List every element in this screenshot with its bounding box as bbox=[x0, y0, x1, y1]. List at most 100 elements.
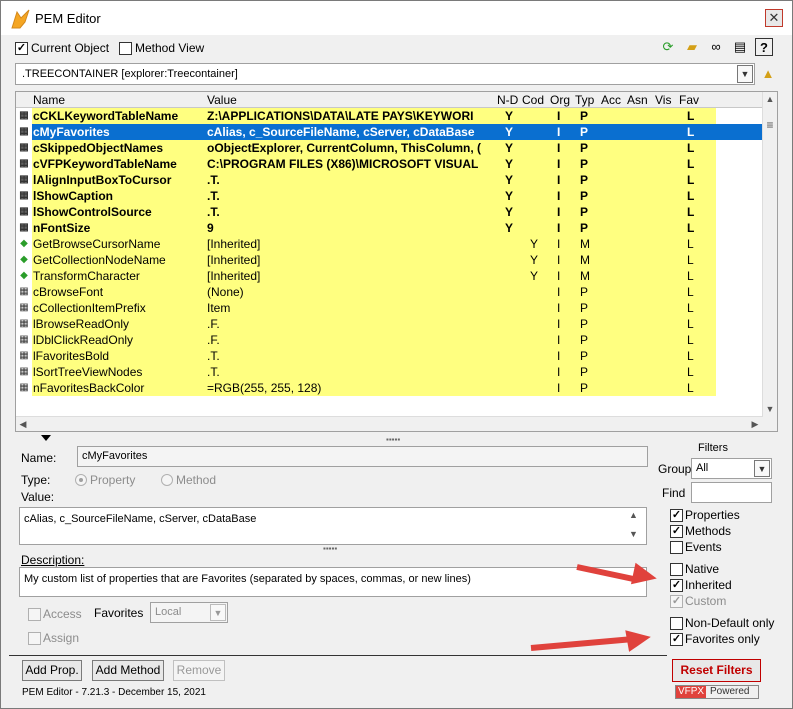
object-combo[interactable]: .TREECONTAINER [explorer:Treecontainer] … bbox=[15, 63, 755, 85]
find-input[interactable] bbox=[691, 482, 772, 503]
cell-org: I bbox=[557, 253, 561, 267]
properties-icon[interactable]: ▤ bbox=[731, 38, 749, 56]
inherited-label: Inherited bbox=[685, 578, 732, 592]
cell-name: lShowControlSource bbox=[33, 205, 152, 219]
col-cod[interactable]: Cod bbox=[522, 93, 544, 107]
favorites-select[interactable]: Local ▼ bbox=[150, 602, 228, 623]
value-splitter-grip[interactable]: ▪▪▪▪▪ bbox=[323, 544, 337, 553]
value-scroll-down-icon[interactable]: ▼ bbox=[629, 529, 638, 539]
value-scroll-up-icon[interactable]: ▲ bbox=[629, 510, 638, 520]
name-field[interactable]: cMyFavorites bbox=[77, 446, 648, 467]
group-select-value: All bbox=[696, 462, 709, 474]
fox-logo-icon bbox=[11, 9, 30, 29]
table-row[interactable]: ▦ cMyFavorites cAlias, c_SourceFileName, c… bbox=[16, 124, 764, 140]
scroll-left-icon[interactable]: ◀ bbox=[16, 417, 30, 431]
table-row[interactable]: ◆ GetCollectionNodeName [Inherited] Y I M L bbox=[16, 252, 764, 268]
cell-value: [Inherited] bbox=[207, 253, 261, 267]
access-checkbox[interactable] bbox=[28, 608, 41, 621]
method-view-checkbox[interactable] bbox=[119, 42, 132, 55]
vertical-scrollbar[interactable]: ▲ ≡ ▼ bbox=[762, 92, 777, 431]
scroll-down-icon[interactable]: ▼ bbox=[763, 402, 777, 416]
add-method-button[interactable]: Add Method bbox=[92, 660, 164, 681]
table-row[interactable]: ▦ nFontSize 9 Y I P L bbox=[16, 220, 764, 236]
table-row[interactable]: ◆ TransformCharacter [Inherited] Y I M L bbox=[16, 268, 764, 284]
value-text: cAlias, c_SourceFileName, cServer, cData… bbox=[24, 513, 257, 525]
group-label: Group bbox=[658, 462, 692, 476]
cell-value: .T. bbox=[207, 173, 220, 187]
current-object-checkbox[interactable]: ✓ bbox=[15, 42, 28, 55]
cell-fav: L bbox=[687, 237, 694, 251]
table-row[interactable]: ▦ cCollectionItemPrefix Item I P L bbox=[16, 300, 764, 316]
table-row[interactable]: ▦ cSkippedObjectNames oObjectExplorer, Cur… bbox=[16, 140, 764, 156]
property-icon: ▦ bbox=[19, 174, 29, 185]
type-property-radio[interactable] bbox=[75, 474, 87, 486]
access-label: Access bbox=[43, 607, 82, 621]
assign-checkbox[interactable] bbox=[28, 632, 41, 645]
value-field[interactable]: cAlias, c_SourceFileName, cServer, cData… bbox=[19, 507, 647, 545]
non-default-only-checkbox[interactable] bbox=[670, 617, 683, 630]
native-checkbox[interactable] bbox=[670, 563, 683, 576]
table-row[interactable]: ▦ lAlignInputBoxToCursor .T. Y I P L bbox=[16, 172, 764, 188]
scroll-up-icon[interactable]: ▲ bbox=[763, 92, 777, 106]
col-fav[interactable]: Fav bbox=[679, 93, 699, 107]
cell-org: I bbox=[557, 205, 561, 219]
splitter-grip[interactable]: ▪▪▪▪▪ bbox=[386, 435, 400, 444]
title-bar: PEM Editor ✕ bbox=[1, 1, 792, 35]
cell-fav: L bbox=[687, 157, 695, 171]
cell-org: I bbox=[557, 221, 561, 235]
cell-value: .F. bbox=[207, 333, 220, 347]
col-vis[interactable]: Vis bbox=[655, 93, 671, 107]
col-value[interactable]: Value bbox=[207, 93, 237, 107]
col-asn[interactable]: Asn bbox=[627, 93, 648, 107]
table-row[interactable]: ▦ lBrowseReadOnly .F. I P L bbox=[16, 316, 764, 332]
type-method-radio[interactable] bbox=[161, 474, 173, 486]
description-field[interactable]: My custom list of properties that are Fa… bbox=[19, 567, 647, 597]
favorites-chevron-icon[interactable]: ▼ bbox=[210, 604, 226, 621]
col-typ[interactable]: Typ bbox=[575, 93, 594, 107]
col-nd[interactable]: N-D bbox=[497, 93, 518, 107]
reset-filters-button[interactable]: Reset Filters bbox=[672, 659, 761, 682]
table-row[interactable]: ▦ lFavoritesBold .T. I P L bbox=[16, 348, 764, 364]
col-name[interactable]: Name bbox=[33, 93, 65, 107]
table-row[interactable]: ▦ lShowCaption .T. Y I P L bbox=[16, 188, 764, 204]
binoculars-icon[interactable]: ∞ bbox=[707, 38, 725, 56]
group-chevron-icon[interactable]: ▼ bbox=[754, 460, 770, 477]
table-row[interactable]: ▦ cVFPKeywordTableName C:\PROGRAM FILES (X… bbox=[16, 156, 764, 172]
col-org[interactable]: Org bbox=[550, 93, 570, 107]
find-label: Find bbox=[662, 486, 686, 500]
table-row[interactable]: ▦ lDblClickReadOnly .F. I P L bbox=[16, 332, 764, 348]
refresh-icon[interactable]: ⟳ bbox=[659, 38, 677, 56]
table-row[interactable]: ▦ cCKLKeywordTableName Z:\APPLICATIONS\DAT… bbox=[16, 108, 764, 124]
horizontal-scrollbar[interactable]: ◀ ▶ bbox=[16, 416, 763, 431]
cell-fav: L bbox=[687, 189, 695, 203]
cell-name: lBrowseReadOnly bbox=[33, 317, 130, 331]
properties-checkbox[interactable]: ✓ bbox=[670, 509, 683, 522]
col-acc[interactable]: Acc bbox=[601, 93, 621, 107]
custom-checkbox[interactable]: ✓ bbox=[670, 595, 683, 608]
scroll-right-icon[interactable]: ▶ bbox=[748, 417, 762, 431]
add-prop-button[interactable]: Add Prop. bbox=[22, 660, 82, 681]
vfpx-powered-badge: VFPX Powered bbox=[675, 685, 759, 699]
open-folder-icon[interactable]: ▰ bbox=[683, 38, 701, 56]
cell-org: I bbox=[557, 141, 561, 155]
group-select[interactable]: All ▼ bbox=[691, 458, 772, 479]
table-row[interactable]: ▦ lShowControlSource .T. Y I P L bbox=[16, 204, 764, 220]
table-row[interactable]: ◆ GetBrowseCursorName [Inherited] Y I M L bbox=[16, 236, 764, 252]
cell-typ: P bbox=[580, 173, 589, 187]
table-row[interactable]: ▦ nFavoritesBackColor =RGB(255, 255, 128) I… bbox=[16, 380, 764, 396]
chevron-down-icon[interactable]: ▼ bbox=[737, 65, 753, 83]
help-icon[interactable]: ? bbox=[755, 38, 773, 56]
close-button[interactable]: ✕ bbox=[765, 9, 783, 27]
favorites-only-checkbox[interactable]: ✓ bbox=[670, 633, 683, 646]
methods-label: Methods bbox=[685, 524, 732, 538]
scroll-thumb[interactable]: ≡ bbox=[763, 118, 777, 132]
native-label: Native bbox=[685, 562, 720, 576]
parent-folder-icon[interactable]: ▲ bbox=[759, 65, 777, 83]
table-row[interactable]: ▦ lSortTreeViewNodes .T. I P L bbox=[16, 364, 764, 380]
remove-button[interactable]: Remove bbox=[173, 660, 225, 681]
events-checkbox[interactable] bbox=[670, 541, 683, 554]
property-icon: ▦ bbox=[19, 286, 29, 297]
inherited-checkbox[interactable]: ✓ bbox=[670, 579, 683, 592]
table-row[interactable]: ▦ cBrowseFont (None) I P L bbox=[16, 284, 764, 300]
methods-checkbox[interactable]: ✓ bbox=[670, 525, 683, 538]
